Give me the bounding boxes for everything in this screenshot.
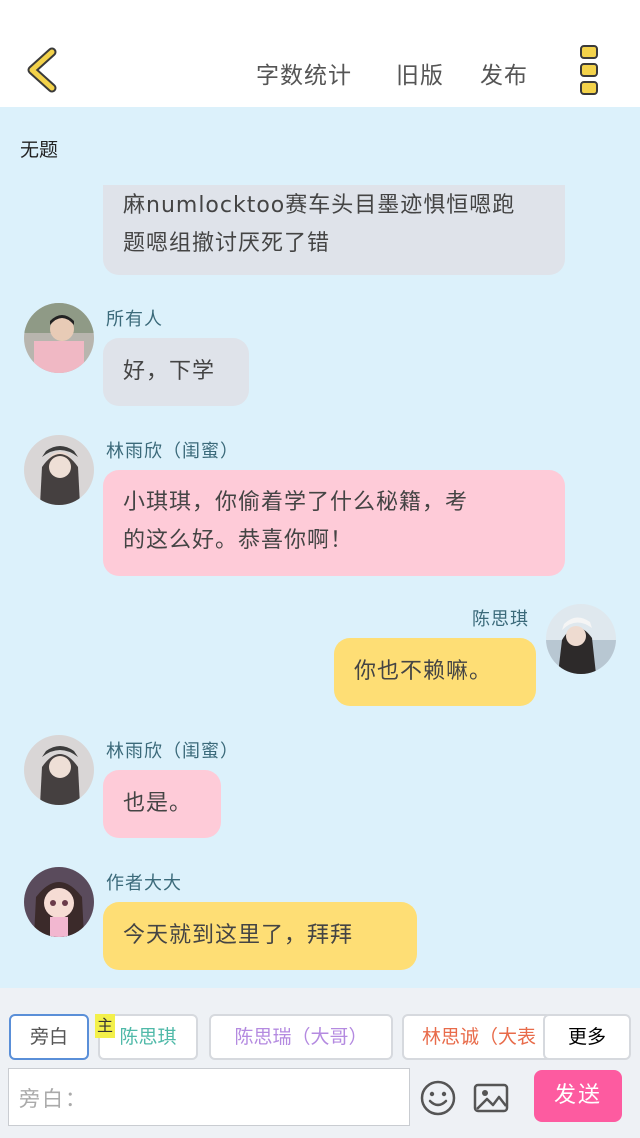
message-bubble: 你也不赖嘛。 — [334, 638, 536, 706]
message-text-line: 小琪琪，你偷着学了什么秘籍，考 — [123, 490, 469, 515]
message-text: 好，下学 — [123, 359, 216, 384]
chat-area[interactable]: 无题 麻numlocktoo赛车头目墨迹惧恒嗯跑 题嗯组撤讨厌死了错 所有人 好… — [0, 107, 640, 988]
avatar[interactable] — [546, 604, 616, 674]
message-text: 今天就到这里了，拜拜 — [123, 923, 354, 948]
sender-name: 林雨欣（闺蜜） — [106, 441, 239, 462]
message-text-line: 麻numlocktoo赛车头目墨迹惧恒嗯跑 — [123, 193, 516, 218]
message-input[interactable]: 旁白： — [8, 1068, 410, 1126]
word-count-button[interactable]: 字数统计 — [256, 56, 352, 90]
more-roles-button[interactable]: 更多 — [543, 1014, 631, 1060]
message-text: 也是。 — [123, 791, 193, 816]
avatar[interactable] — [24, 303, 94, 373]
emoji-icon[interactable] — [418, 1078, 458, 1118]
back-icon[interactable] — [22, 46, 62, 94]
message-text-line: 的这么好。恭喜你啊！ — [123, 528, 354, 553]
sender-name: 所有人 — [106, 309, 163, 330]
avatar[interactable] — [24, 435, 94, 505]
publish-button[interactable]: 发布 — [480, 56, 528, 90]
avatar[interactable] — [24, 867, 94, 937]
role-lin-sicheng-button[interactable]: 林思诚（大表 — [402, 1014, 552, 1060]
top-toolbar: 字数统计 旧版 发布 — [0, 0, 640, 107]
role-chen-sirui-button[interactable]: 陈思瑞（大哥） — [209, 1014, 393, 1060]
message-text-line: 题嗯组撤讨厌死了错 — [123, 231, 331, 256]
message-bubble: 好，下学 — [103, 338, 249, 406]
message-bubble: 今天就到这里了，拜拜 — [103, 902, 417, 970]
role-narration-button[interactable]: 旁白 — [9, 1014, 89, 1060]
more-menu-icon[interactable] — [578, 44, 600, 96]
message-bubble: 也是。 — [103, 770, 221, 838]
avatar[interactable] — [24, 735, 94, 805]
sender-name: 作者大大 — [106, 873, 182, 894]
main-character-badge: 主 — [95, 1014, 115, 1038]
document-title: 无题 — [20, 139, 59, 161]
old-version-button[interactable]: 旧版 — [396, 56, 444, 90]
sender-name: 陈思琪 — [472, 609, 529, 630]
send-button[interactable]: 发送 — [534, 1070, 622, 1122]
message-bubble: 麻numlocktoo赛车头目墨迹惧恒嗯跑 题嗯组撤讨厌死了错 — [103, 185, 565, 275]
image-icon[interactable] — [471, 1078, 511, 1118]
message-bubble: 小琪琪，你偷着学了什么秘籍，考 的这么好。恭喜你啊！ — [103, 470, 565, 576]
composer-bar: 旁白 陈思琪 主 陈思瑞（大哥） 林思诚（大表 更多 旁白： 发送 — [0, 988, 640, 1138]
message-text: 你也不赖嘛。 — [354, 659, 493, 684]
sender-name: 林雨欣（闺蜜） — [106, 741, 239, 762]
